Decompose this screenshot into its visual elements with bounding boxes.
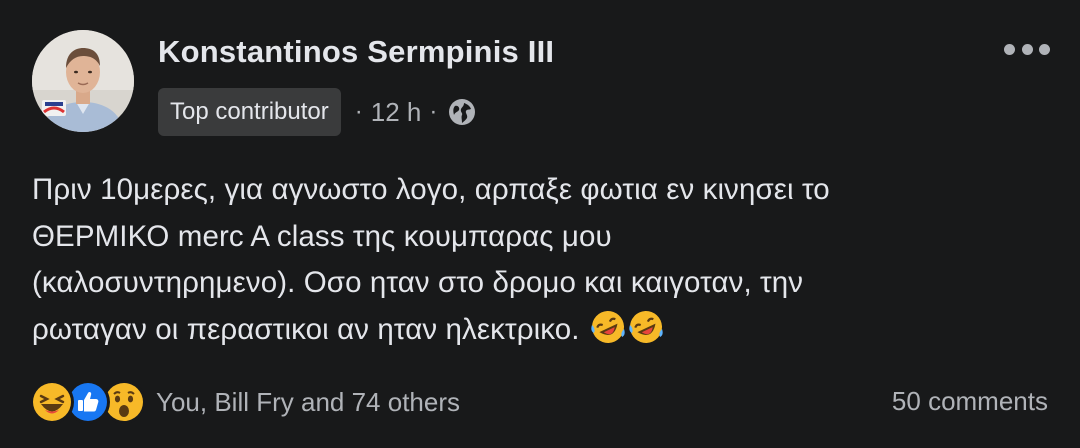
more-options-icon[interactable] <box>1004 36 1050 62</box>
top-contributor-badge[interactable]: Top contributor <box>158 88 341 136</box>
reaction-icons[interactable] <box>30 380 146 424</box>
meta-separator: · <box>354 98 363 125</box>
comments-count-link[interactable]: 50 comments <box>892 386 1048 417</box>
author-avatar[interactable] <box>32 30 134 132</box>
post-text-line: Πριν 10μερες, για αγνωστο λογο, αρπαξε φ… <box>32 173 830 206</box>
post-card: Konstantinos Sermpinis III Top contribut… <box>0 0 1080 448</box>
post-meta: Top contributor · 12 h · <box>158 88 477 136</box>
meta-separator: · <box>429 98 438 125</box>
globe-icon <box>447 97 477 127</box>
post-text-line-last: ρωταγαν οι περαστικοι αν ηταν ηλεκτρικο. <box>32 307 1052 354</box>
rolling-laughing-emoji-icon <box>590 309 626 345</box>
rolling-laughing-emoji-icon <box>628 309 664 345</box>
reactions-summary[interactable]: You, Bill Fry and 74 others <box>30 378 460 426</box>
reaction-names[interactable]: You, Bill Fry and 74 others <box>156 387 460 418</box>
post-text-line: ΘΕΡΜΙΚΟ merc A class της κουμπαρας μου <box>32 219 612 253</box>
post-timestamp[interactable]: 12 h <box>371 97 422 128</box>
post-text-line-content: ρωταγαν οι περαστικοι αν ηταν ηλεκτρικο. <box>32 312 580 346</box>
author-name[interactable]: Konstantinos Sermpinis III <box>158 34 554 70</box>
haha-reaction-icon <box>30 380 74 424</box>
post-text-line: (καλοσυντηρημενο). Οσο ηταν στο δρομο κα… <box>32 266 804 299</box>
post-text: Πριν 10μερες, για αγνωστο λογο, αρπαξε φ… <box>32 167 1052 353</box>
